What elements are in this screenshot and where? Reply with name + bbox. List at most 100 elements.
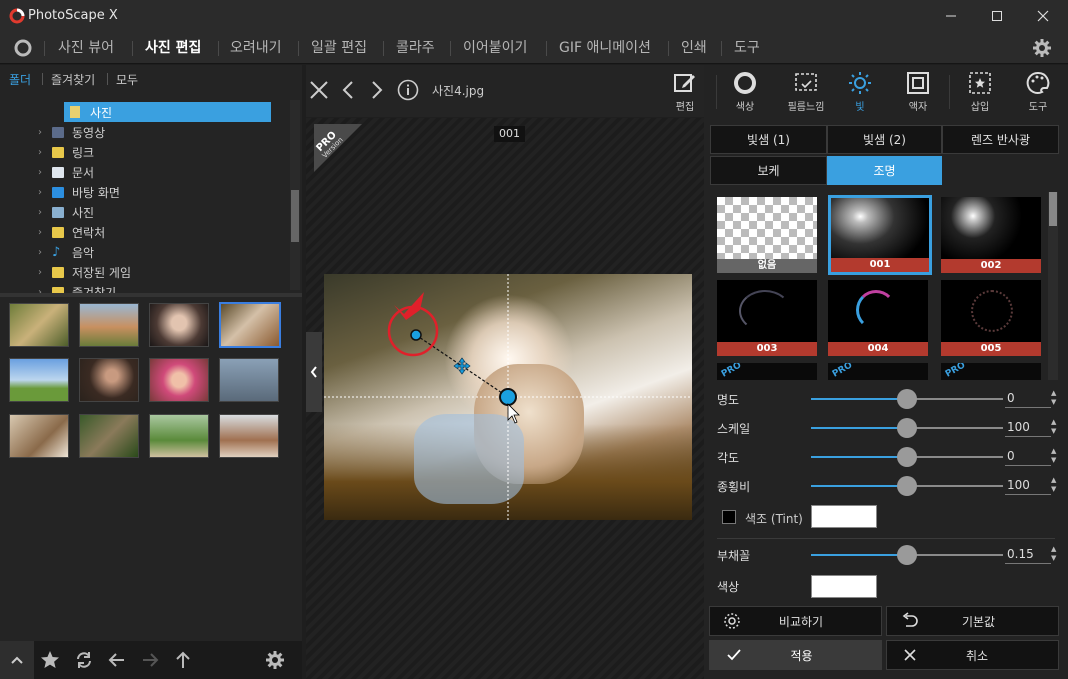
tab-folder[interactable]: 폴더 xyxy=(9,71,31,88)
tab-lighting[interactable]: 조명 xyxy=(827,156,942,185)
thumbnail-11[interactable] xyxy=(149,414,209,458)
close-icon[interactable] xyxy=(309,80,329,100)
thumbnail-4-selected[interactable] xyxy=(219,302,281,348)
tree-item-videos[interactable]: › 동영상 xyxy=(38,122,288,142)
tree-scrollbar[interactable] xyxy=(290,100,300,290)
tint-checkbox[interactable] xyxy=(722,510,736,524)
slider-fan[interactable]: 부채꼴 0.15 ▲ ▼ xyxy=(717,545,1057,565)
effect-pro-3[interactable]: PRO xyxy=(941,363,1041,380)
thumbnail-5[interactable] xyxy=(9,358,69,402)
thumbnail-3[interactable] xyxy=(149,303,209,347)
close-window-button[interactable] xyxy=(1020,0,1066,32)
thumbnail-6[interactable] xyxy=(79,358,139,402)
effect-005[interactable]: 005 xyxy=(941,280,1041,356)
thumbnail-2[interactable] xyxy=(79,303,139,347)
thumbnail-10[interactable] xyxy=(79,414,139,458)
tab-light-leak-1[interactable]: 빛샘 (1) xyxy=(710,125,827,154)
previous-photo-icon[interactable] xyxy=(341,80,355,100)
tree-item-pictures[interactable]: › 사진 xyxy=(38,202,288,222)
next-photo-icon[interactable] xyxy=(370,80,384,100)
effect-none[interactable]: 없음 xyxy=(717,197,817,273)
refresh-icon[interactable] xyxy=(74,650,94,670)
slider-knob[interactable] xyxy=(897,545,917,565)
forward-arrow-icon[interactable] xyxy=(140,650,160,670)
tree-item-favorites[interactable]: › 즐겨찾기 xyxy=(38,282,288,293)
menu-cut-out[interactable]: 오려내기 xyxy=(230,37,282,57)
tool-tools[interactable]: 도구 xyxy=(1016,71,1060,113)
minimize-button[interactable] xyxy=(928,0,974,32)
tree-item-saved-games[interactable]: › 저장된 게임 xyxy=(38,262,288,282)
star-icon[interactable] xyxy=(40,650,60,670)
thumbnail-1[interactable] xyxy=(9,303,69,347)
slider-knob[interactable] xyxy=(897,447,917,467)
browser-settings-gear-icon[interactable] xyxy=(265,650,285,670)
collapse-up-icon[interactable] xyxy=(0,641,34,679)
tool-film[interactable]: 필름느낌 xyxy=(780,71,832,113)
effect-002[interactable]: 002 xyxy=(941,197,1041,273)
canvas-area[interactable]: PRO Version 001 xyxy=(306,118,704,679)
effect-004[interactable]: 004 xyxy=(828,280,928,356)
color-swatch[interactable] xyxy=(811,575,877,598)
thumbnail-7[interactable] xyxy=(149,358,209,402)
collapse-left-panel-button[interactable] xyxy=(306,332,322,412)
cancel-button[interactable]: 취소 xyxy=(886,640,1059,670)
compare-button[interactable]: 비교하기 xyxy=(709,606,882,636)
spinner-icon[interactable]: ▲ ▼ xyxy=(1051,545,1056,563)
slider-knob[interactable] xyxy=(897,418,917,438)
tab-favorites[interactable]: 즐겨찾기 xyxy=(51,71,95,88)
tab-bokeh[interactable]: 보케 xyxy=(710,156,827,185)
menu-print[interactable]: 인쇄 xyxy=(681,37,707,57)
default-button[interactable]: 기본값 xyxy=(886,606,1059,636)
aspect-ratio-value-input[interactable]: 100 xyxy=(1005,478,1051,495)
splitter[interactable] xyxy=(0,293,302,297)
tree-item-desktop[interactable]: › 바탕 화면 xyxy=(38,182,288,202)
photo-canvas[interactable] xyxy=(324,274,692,520)
maximize-button[interactable] xyxy=(974,0,1020,32)
spinner-icon[interactable]: ▲ ▼ xyxy=(1051,418,1056,436)
thumbnail-12[interactable] xyxy=(219,414,279,458)
tab-lens-flare[interactable]: 렌즈 반사광 xyxy=(942,125,1059,154)
menu-photo-edit[interactable]: 사진 편집 xyxy=(145,37,201,57)
scale-value-input[interactable]: 100 xyxy=(1005,420,1051,437)
effect-pro-1[interactable]: PRO xyxy=(717,363,817,380)
tint-color-swatch[interactable] xyxy=(811,505,877,528)
tool-insert[interactable]: 삽입 xyxy=(958,71,1002,113)
tree-item-selected[interactable]: 사진 xyxy=(64,102,271,122)
spinner-icon[interactable]: ▲ ▼ xyxy=(1051,447,1056,465)
tool-color[interactable]: 색상 xyxy=(723,71,767,113)
slider-knob[interactable] xyxy=(897,389,917,409)
tool-frame[interactable]: 액자 xyxy=(896,71,940,113)
info-icon[interactable] xyxy=(397,79,419,101)
effect-pro-2[interactable]: PRO xyxy=(828,363,928,380)
slider-scale[interactable]: 스케일 100 ▲ ▼ xyxy=(717,418,1057,438)
menu-collage[interactable]: 콜라주 xyxy=(396,37,435,57)
menu-photo-viewer[interactable]: 사진 뷰어 xyxy=(58,37,114,57)
effect-003[interactable]: 003 xyxy=(717,280,817,356)
tree-item-documents[interactable]: › 문서 xyxy=(38,162,288,182)
tab-light-leak-2[interactable]: 빛샘 (2) xyxy=(827,125,942,154)
apply-button[interactable]: 적용 xyxy=(709,640,882,670)
fan-value-input[interactable]: 0.15 xyxy=(1005,547,1051,564)
spinner-icon[interactable]: ▲ ▼ xyxy=(1051,476,1056,494)
brightness-value-input[interactable]: 0 xyxy=(1005,391,1051,408)
thumbnail-9[interactable] xyxy=(9,414,69,458)
slider-brightness[interactable]: 명도 0 ▲ ▼ xyxy=(717,389,1057,409)
angle-value-input[interactable]: 0 xyxy=(1005,449,1051,466)
tool-edit[interactable]: 편집 xyxy=(663,71,707,113)
up-arrow-icon[interactable] xyxy=(173,650,193,670)
tree-item-music[interactable]: › ♪ 음악 xyxy=(38,242,288,262)
effect-001-selected[interactable]: 001 xyxy=(828,195,932,275)
tab-all[interactable]: 모두 xyxy=(116,71,138,88)
slider-knob[interactable] xyxy=(897,476,917,496)
tree-item-contacts[interactable]: › 연락처 xyxy=(38,222,288,242)
tree-item-links[interactable]: › 링크 xyxy=(38,142,288,162)
slider-aspect-ratio[interactable]: 종횡비 100 ▲ ▼ xyxy=(717,476,1057,496)
menu-tools[interactable]: 도구 xyxy=(734,37,760,57)
thumbnail-8[interactable] xyxy=(219,358,279,402)
settings-gear-icon[interactable] xyxy=(1032,38,1052,58)
home-icon[interactable] xyxy=(13,38,33,58)
menu-combine[interactable]: 이어붙이기 xyxy=(463,37,527,57)
menu-gif-animation[interactable]: GIF 애니메이션 xyxy=(559,37,651,57)
back-arrow-icon[interactable] xyxy=(107,650,127,670)
spinner-icon[interactable]: ▲ ▼ xyxy=(1051,389,1056,407)
